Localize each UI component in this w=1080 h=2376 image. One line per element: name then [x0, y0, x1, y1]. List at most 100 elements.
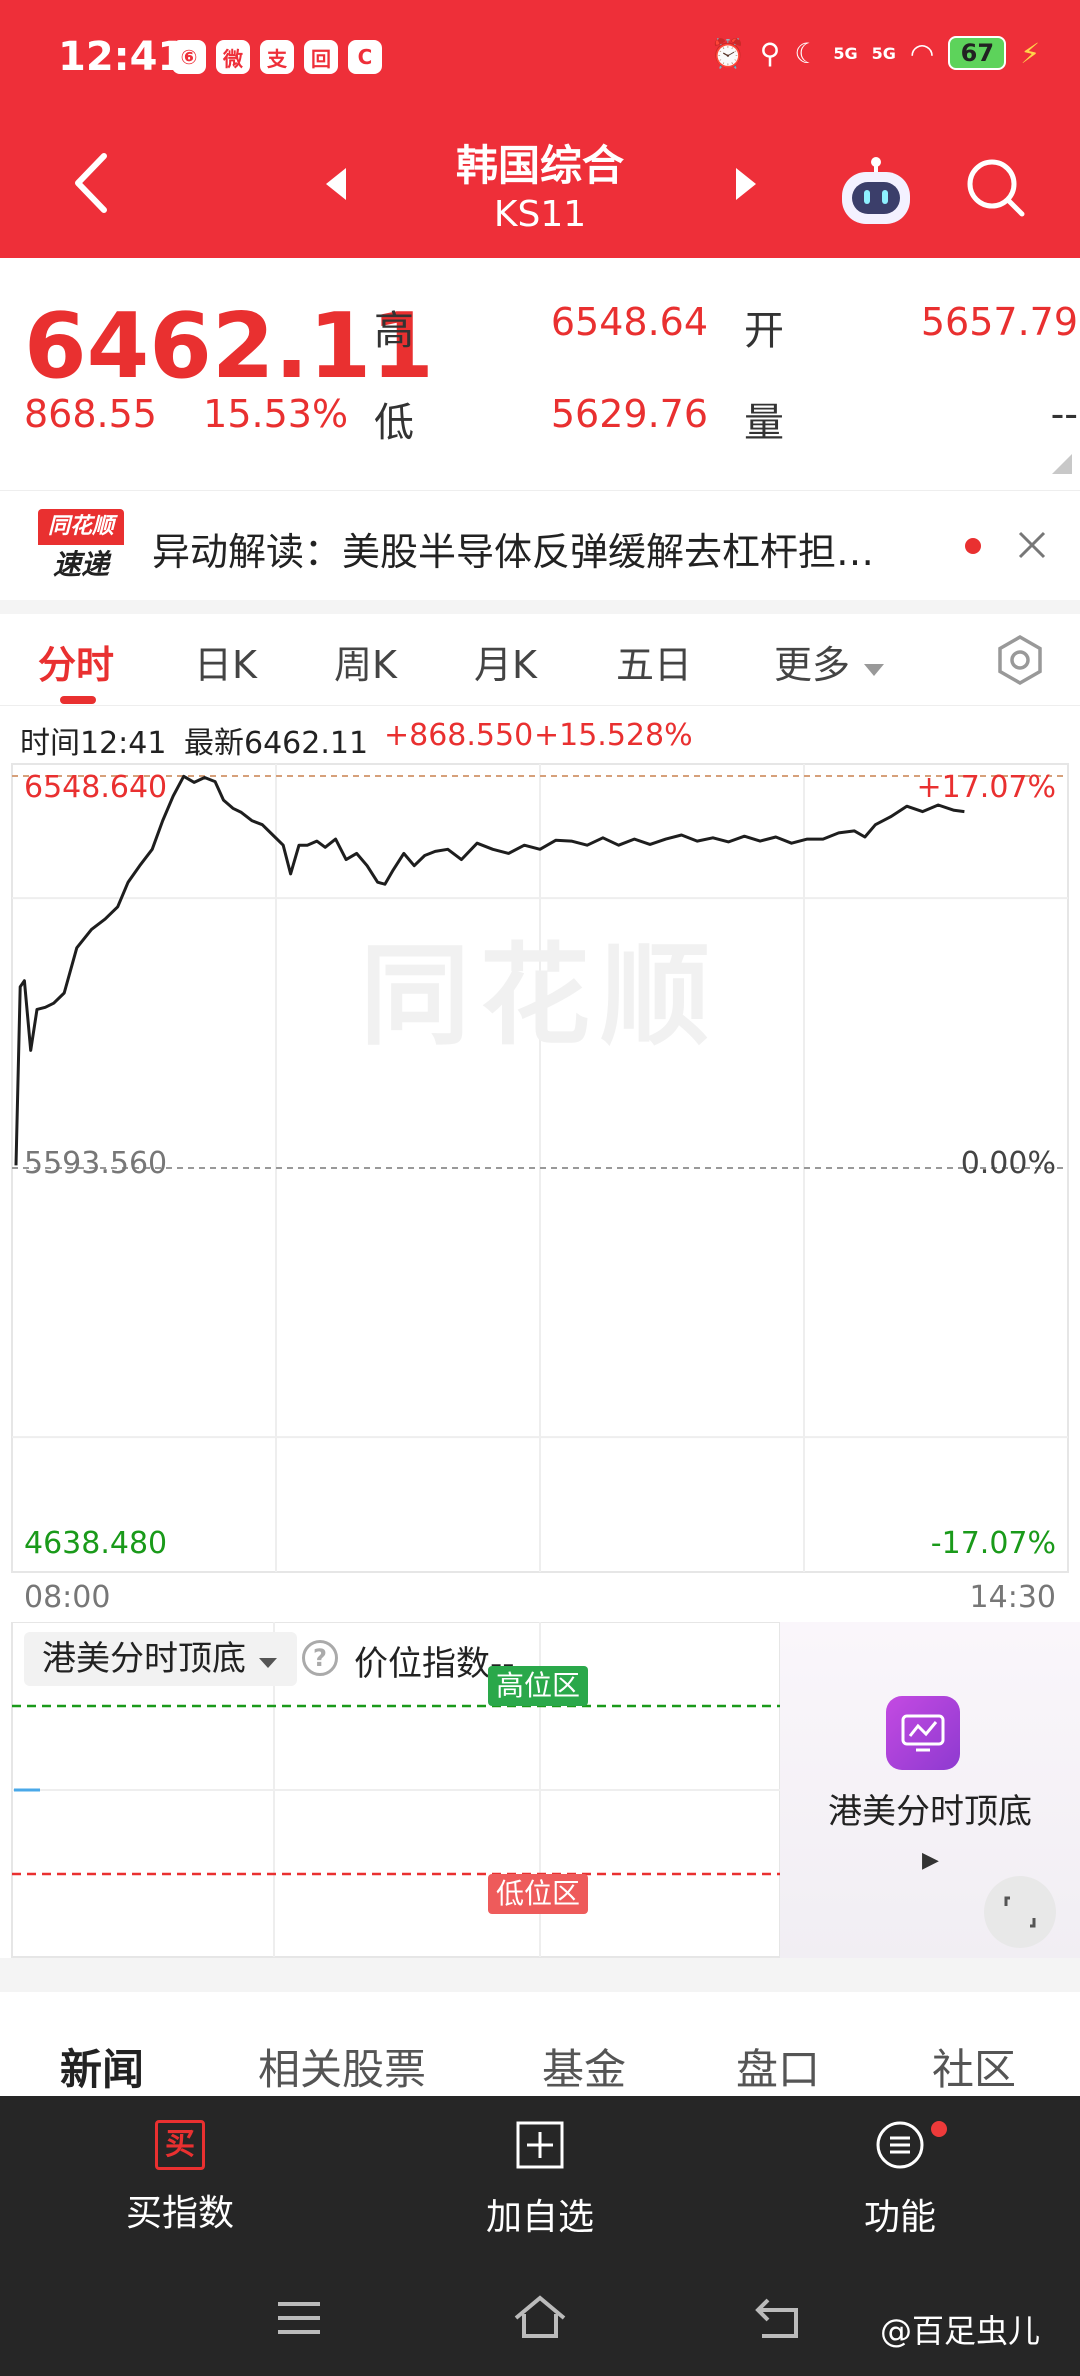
indicator-name: 港美分时顶底: [42, 1639, 246, 1679]
caret-down-icon: [258, 1658, 277, 1668]
x-tick-end: 14:30: [969, 1580, 1056, 1615]
add-icon: [516, 2121, 564, 2169]
current-price: 6462.11: [24, 294, 434, 399]
info-latest: 最新6462.11: [184, 726, 369, 761]
chevron-right-icon: ▶: [922, 1848, 939, 1873]
change-percent: 15.53%: [203, 392, 349, 436]
indicator-promo-card[interactable]: 港美分时顶底 ▶: [780, 1622, 1080, 1958]
unread-dot-icon: [965, 538, 981, 554]
battery-icon: 67: [948, 36, 1007, 70]
app-notification-icon: 支: [260, 40, 294, 74]
high-label: 高: [374, 308, 414, 354]
caret-down-icon: [864, 664, 885, 676]
low-zone-badge: 低位区: [488, 1874, 589, 1914]
section-divider: [0, 1958, 1080, 1992]
buy-index-button[interactable]: 买 买指数: [80, 2120, 280, 2236]
ths-express-logo: 同花顺 速递: [38, 509, 124, 583]
menu-circle-icon: [876, 2121, 924, 2169]
y-tick-high-left: 6548.640: [24, 770, 168, 805]
robot-assistant-icon[interactable]: [836, 150, 916, 230]
info-change: +868.550: [384, 718, 534, 753]
price-change: 868.55 15.53%: [24, 392, 348, 436]
signal-5g-label-2: 5G: [871, 43, 896, 63]
x-tick-start: 08:00: [24, 1580, 111, 1615]
logo-bottom-text: 速递: [52, 548, 109, 581]
indicator-selector[interactable]: 港美分时顶底: [24, 1632, 297, 1686]
app-notification-icon: C: [348, 40, 382, 74]
tab-active-indicator: [60, 696, 96, 704]
indicator-promo-icon: [886, 1696, 960, 1770]
y-tick-mid-left: 5593.560: [24, 1146, 168, 1181]
charging-icon: ⚡: [1020, 36, 1040, 70]
location-icon: ⚲: [759, 36, 781, 70]
news-tip-text[interactable]: 异动解读：美股半导体反弹缓解去杠杆担…: [152, 521, 952, 576]
home-icon[interactable]: [510, 2292, 570, 2342]
open-value: 5657.79: [920, 300, 1078, 344]
tab-more[interactable]: 更多: [774, 634, 886, 689]
buy-icon: 买: [155, 2120, 205, 2170]
action-bar: 买 买指数 加自选 功能: [0, 2096, 1080, 2276]
app-notification-icon: ⑥: [172, 40, 206, 74]
close-icon[interactable]: [1016, 529, 1048, 561]
y-tick-low-right: -17.07%: [930, 1526, 1056, 1561]
buy-index-label: 买指数: [125, 2193, 234, 2234]
chart-info-line: 时间12:41 最新6462.11 +868.550 +15.528%: [0, 712, 1080, 761]
low-label: 低: [374, 400, 414, 446]
top-bar: 12:41 ⑥ 微 支 回 C ⏰ ⚲ ☾ 5G 5G ◠ 67 ⚡ 韩国综合 …: [0, 0, 1080, 258]
high-value: 6548.64: [550, 300, 708, 344]
tab-community[interactable]: 社区: [932, 2036, 1016, 2097]
add-watchlist-button[interactable]: 加自选: [440, 2120, 640, 2240]
content-tabs: 新闻 相关股票 基金 盘口 社区: [0, 1992, 1080, 2096]
nav-bar: 韩国综合 KS11: [0, 118, 1080, 258]
fullscreen-icon[interactable]: [984, 1876, 1056, 1948]
alarm-icon: ⏰: [710, 36, 746, 70]
tab-funds[interactable]: 基金: [542, 2036, 626, 2097]
back-nav-icon[interactable]: [752, 2294, 808, 2342]
expand-corner-icon[interactable]: [1052, 454, 1072, 474]
tab-intraday[interactable]: 分时: [38, 634, 114, 689]
tab-news[interactable]: 新闻: [60, 2036, 144, 2097]
indicator-panel: 港美分时顶底 ? 价位指数-- 高位区 低位区 港美分时顶底 ▶: [0, 1622, 1080, 1958]
signal-5g-label: 5G: [833, 43, 858, 63]
add-watchlist-label: 加自选: [485, 2197, 594, 2238]
app-notification-icon: 回: [304, 40, 338, 74]
system-nav-bar: @百足虫儿: [0, 2276, 1080, 2376]
tab-five-day[interactable]: 五日: [616, 634, 692, 689]
info-change-pct: +15.528%: [534, 718, 693, 753]
volume-label: 量: [744, 400, 784, 446]
tab-daily-k[interactable]: 日K: [194, 634, 257, 689]
tab-more-label: 更多: [774, 643, 851, 687]
info-time: 时间12:41: [20, 726, 167, 761]
menu-icon[interactable]: [274, 2296, 324, 2340]
change-value: 868.55: [24, 392, 157, 436]
help-icon[interactable]: ?: [302, 1640, 338, 1676]
tab-monthly-k[interactable]: 月K: [474, 634, 537, 689]
y-tick-high-right: +17.07%: [916, 770, 1056, 805]
high-zone-badge: 高位区: [488, 1666, 589, 1706]
search-icon[interactable]: [964, 156, 1028, 220]
notification-dot-icon: [931, 2121, 947, 2137]
tab-weekly-k[interactable]: 周K: [334, 634, 397, 689]
logo-top-text: 同花顺: [38, 509, 124, 545]
page-title: 韩国综合: [455, 141, 624, 190]
intraday-chart[interactable]: 同花顺 6548.640 5593.560 4638.480 +17.07% 0…: [0, 760, 1080, 1580]
status-time: 12:41: [58, 34, 186, 80]
user-watermark: @百足虫儿: [880, 2312, 1041, 2350]
status-bar: 12:41 ⑥ 微 支 回 C ⏰ ⚲ ☾ 5G 5G ◠ 67 ⚡: [0, 0, 1080, 118]
moon-icon: ☾: [794, 36, 820, 70]
chart-watermark: 同花顺: [360, 932, 720, 1060]
settings-icon[interactable]: [994, 634, 1046, 686]
y-tick-mid-right: 0.00%: [960, 1146, 1056, 1181]
app-notification-icon: 微: [216, 40, 250, 74]
tab-related-stocks[interactable]: 相关股票: [258, 2036, 426, 2097]
section-divider: [0, 600, 1080, 614]
low-value: 5629.76: [550, 392, 708, 436]
next-index-icon[interactable]: [732, 166, 760, 202]
quote-panel: 6462.11 868.55 15.53% 高 6548.64 开 5657.7…: [0, 258, 1080, 488]
status-right: ⏰ ⚲ ☾ 5G 5G ◠ 67 ⚡: [711, 36, 1040, 70]
index-code: KS11: [493, 194, 587, 235]
tab-order-book[interactable]: 盘口: [736, 2036, 820, 2097]
news-tip-bar[interactable]: 同花顺 速递 异动解读：美股半导体反弹缓解去杠杆担…: [0, 490, 1080, 600]
wifi-icon: ◠: [909, 36, 935, 70]
functions-button[interactable]: 功能: [800, 2120, 1000, 2240]
